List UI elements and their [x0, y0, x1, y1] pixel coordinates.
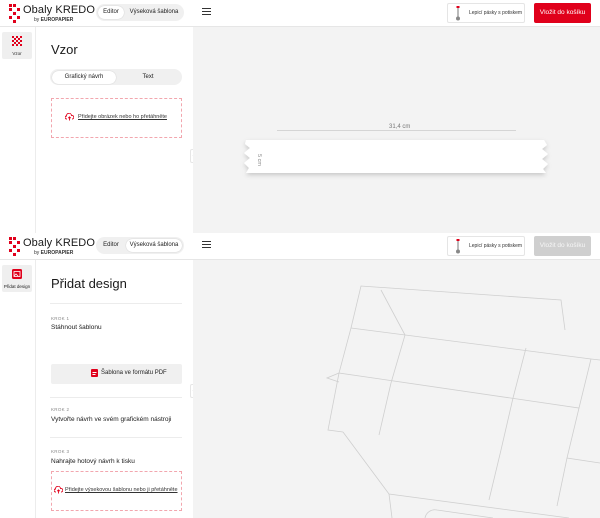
tab-editor[interactable]: Editor [98, 6, 124, 19]
tape-product-button[interactable]: Lepicí pásky s potiskem [447, 236, 525, 256]
length-dimension-label: 31,4 cm [389, 124, 411, 130]
step-2-title: Vytvořte návrh ve svém grafickém nástroj… [51, 416, 172, 423]
rail-item-label: Vzor [12, 51, 22, 56]
tape-product-button[interactable]: Lepicí pásky s potiskem [447, 3, 525, 23]
image-upload-dropzone[interactable]: Přidejte obrázek nebo ho přetáhněte [51, 98, 182, 138]
pdf-icon [91, 369, 98, 377]
width-dimension-label: 5 cm [256, 154, 262, 166]
download-pdf-template-button[interactable]: Šablona ve formátu PDF [51, 364, 182, 384]
upload-cloud-icon [54, 486, 63, 494]
tape-strip-preview[interactable] [238, 136, 558, 184]
step-1-title: Stáhnout šablonu [51, 324, 102, 331]
divider [50, 437, 182, 438]
step-3-label: KROK 3 [51, 449, 70, 454]
step-3-title: Nahrajte hotový návrh k tisku [51, 458, 135, 465]
tab-die-template[interactable]: Výseková šablona [126, 239, 182, 252]
top-bar: Obaly KREDO by EUROPAPIER Editor Výsekov… [0, 0, 600, 27]
tab-graphic-design[interactable]: Grafický návrh [52, 70, 116, 84]
step-2-label: KROK 2 [51, 407, 70, 412]
editor-mode-switch: Editor Výseková šablona [96, 237, 184, 254]
upload-cloud-icon [65, 113, 74, 121]
tape-icon [456, 239, 460, 254]
rail-item-add-design[interactable]: Přidat design [2, 265, 32, 292]
template-upload-dropzone[interactable]: Přidejte výsekovou šablonu nebo ji přetá… [51, 471, 182, 511]
add-design-icon [12, 269, 22, 279]
tape-icon [456, 6, 460, 21]
logo-title: Obaly KREDO [23, 4, 96, 16]
upload-template-link[interactable]: Přidejte výsekovou šablonu nebo ji přetá… [65, 487, 178, 493]
die-template-outline [325, 285, 600, 518]
pdf-button-label: Šablona ve formátu PDF [101, 370, 167, 376]
top-bar: Obaly KREDO by EUROPAPIER Editor Výsekov… [0, 233, 600, 260]
menu-icon[interactable] [202, 8, 211, 15]
editor-screen-pattern: Obaly KREDO by EUROPAPIER Editor Výsekov… [0, 0, 600, 233]
add-to-cart-button[interactable]: Vložit do košíku [534, 236, 591, 256]
rail-item-label: Přidat design [3, 284, 31, 289]
panel-title: Přidat design [51, 276, 127, 291]
tape-product-label: Lepicí pásky s potiskem [469, 243, 523, 249]
logo-icon [9, 237, 20, 256]
design-type-switch: Grafický návrh Text [50, 69, 182, 85]
design-canvas[interactable] [193, 260, 600, 518]
tool-rail: Přidat design [0, 260, 36, 518]
menu-icon[interactable] [202, 241, 211, 248]
add-to-cart-button[interactable]: Vložit do košíku [534, 3, 591, 23]
pattern-icon [12, 36, 22, 46]
side-panel: Přidat design KROK 1 Stáhnout šablonu Ša… [36, 260, 193, 518]
logo[interactable]: Obaly KREDO by EUROPAPIER [9, 3, 95, 25]
tab-die-template[interactable]: Výseková šablona [126, 6, 182, 19]
logo[interactable]: Obaly KREDO by EUROPAPIER [9, 236, 95, 258]
logo-icon [9, 4, 20, 23]
panel-title: Vzor [51, 42, 78, 57]
divider [50, 303, 182, 304]
divider [50, 397, 182, 398]
tape-product-label: Lepicí pásky s potiskem [469, 10, 523, 16]
tab-text[interactable]: Text [116, 71, 180, 84]
upload-image-link[interactable]: Přidejte obrázek nebo ho přetáhněte [78, 114, 167, 120]
logo-subtitle: by EUROPAPIER [34, 17, 74, 23]
tab-editor[interactable]: Editor [98, 239, 124, 252]
side-panel: Vzor Grafický návrh Text Přidejte obráze… [36, 27, 193, 233]
logo-subtitle: by EUROPAPIER [34, 250, 74, 256]
length-dimension-line [277, 130, 516, 131]
editor-screen-add-design: Obaly KREDO by EUROPAPIER Editor Výsekov… [0, 233, 600, 518]
editor-mode-switch: Editor Výseková šablona [96, 4, 184, 21]
rail-item-pattern[interactable]: Vzor [2, 32, 32, 59]
tool-rail: Vzor [0, 27, 36, 233]
logo-title: Obaly KREDO [23, 237, 96, 249]
step-1-label: KROK 1 [51, 316, 70, 321]
